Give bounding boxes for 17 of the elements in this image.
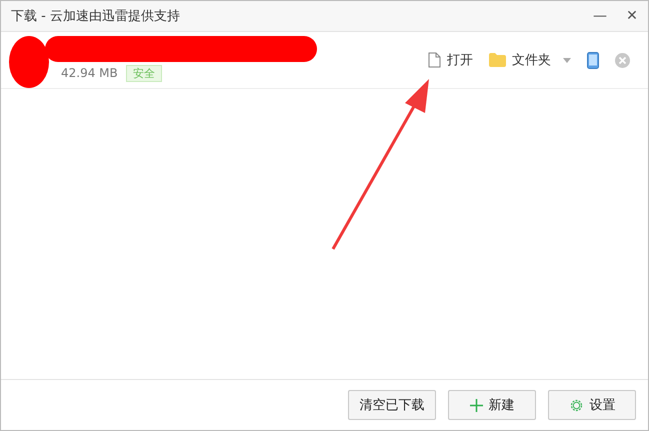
- close-button[interactable]: ✕: [616, 1, 648, 31]
- folder-button[interactable]: 文件夹: [489, 51, 551, 69]
- remove-icon[interactable]: [615, 52, 630, 68]
- file-size: 42.94 MB: [61, 66, 118, 80]
- settings-button[interactable]: 设置: [548, 390, 636, 420]
- window-title: 下载 - 云加速由迅雷提供支持: [11, 8, 180, 25]
- folder-icon: [489, 53, 506, 67]
- clear-downloaded-button[interactable]: 清空已下载: [348, 390, 436, 420]
- new-button[interactable]: 新建: [448, 390, 536, 420]
- gear-icon: [568, 398, 584, 412]
- phone-icon[interactable]: [587, 52, 599, 68]
- plus-icon: [470, 398, 482, 412]
- minimize-button[interactable]: —: [584, 1, 616, 31]
- safe-badge: 安全: [126, 64, 162, 82]
- open-button[interactable]: 打开: [428, 51, 473, 69]
- caret-icon[interactable]: [563, 58, 571, 62]
- file-icon: [428, 52, 441, 68]
